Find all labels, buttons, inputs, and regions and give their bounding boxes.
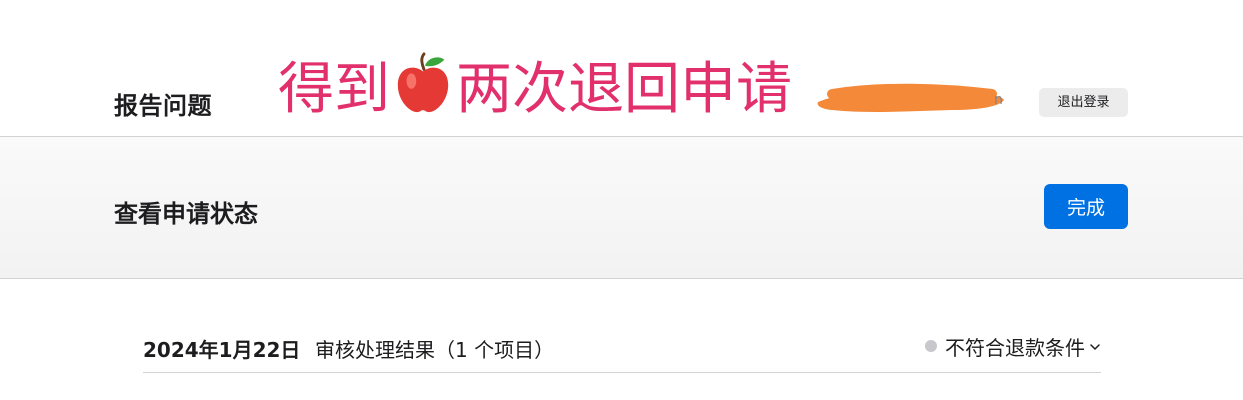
request-row: 2024年1月22日 审核处理结果（1 个项目） 不符合退款条件	[143, 318, 1101, 373]
done-button[interactable]: 完成	[1044, 184, 1128, 229]
status-header-band: 查看申请状态 完成	[0, 137, 1243, 279]
status-label: 不符合退款条件	[945, 336, 1085, 360]
redaction-scribble	[817, 83, 1004, 113]
signout-button[interactable]: 退出登录	[1039, 88, 1128, 117]
chevron-down-icon	[1090, 344, 1100, 350]
request-summary: 审核处理结果（1 个项目）	[315, 338, 555, 362]
status-dot-icon	[925, 340, 937, 352]
page-title: 报告问题	[114, 92, 212, 120]
request-date: 2024年1月22日	[143, 338, 301, 362]
handwritten-annotation: 得到 两次退回申请	[278, 52, 792, 125]
header: 报告问题 得到 两次退回申请 n 退出登录	[0, 0, 1243, 137]
section-title: 查看申请状态	[114, 200, 258, 228]
apple-icon	[397, 52, 449, 113]
annotation-text-end: 两次退回申请	[456, 57, 792, 122]
account-name-fragment: n	[994, 92, 1003, 108]
status-dropdown[interactable]: 不符合退款条件	[925, 332, 1101, 360]
annotation-text-start: 得到	[278, 57, 390, 122]
report-problem-page: 报告问题 得到 两次退回申请 n 退出登录 查看申请状态 完成 2024年1月2…	[0, 0, 1243, 400]
